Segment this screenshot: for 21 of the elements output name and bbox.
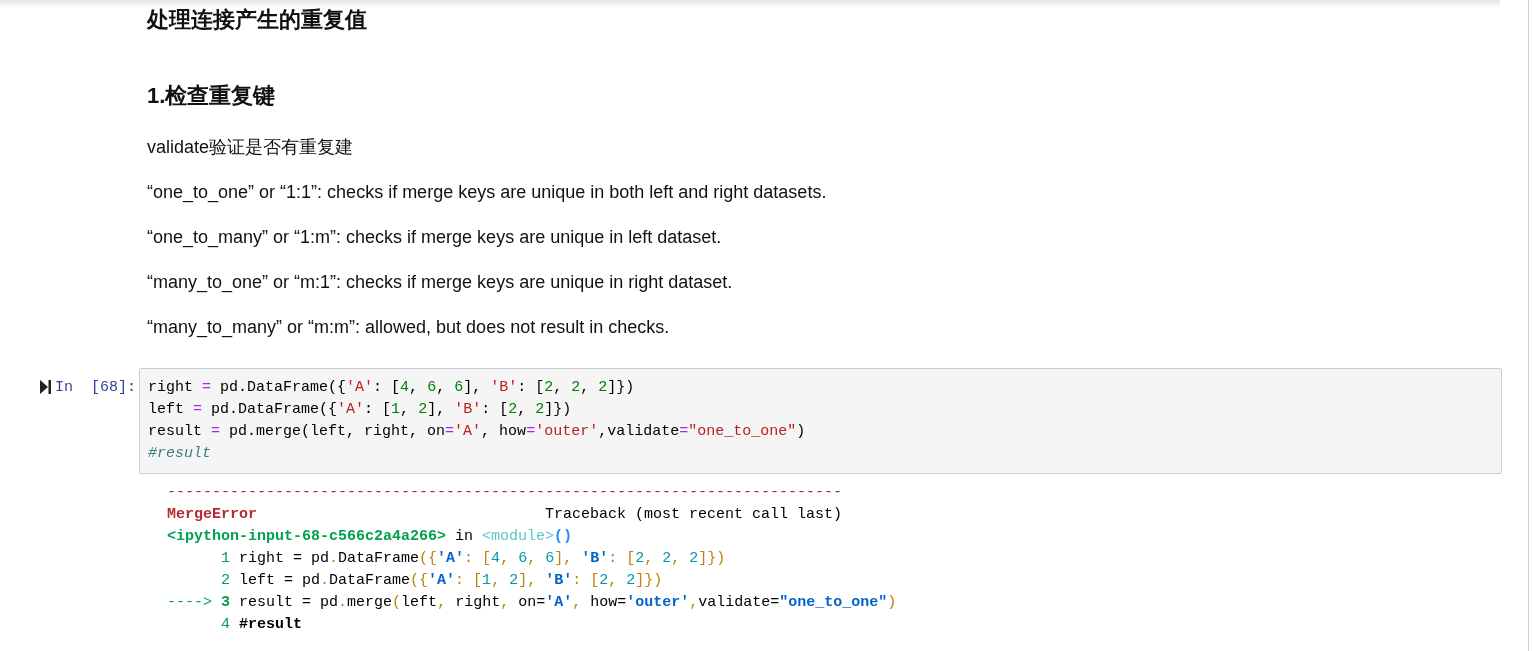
paragraph: “many_to_one” or “m:1”: checks if merge keys are unique in right dataset. [147,271,734,294]
paragraph: “one_to_many” or “1:m”: checks if merge keys are unique in left dataset. [147,226,723,249]
run-cell-icon[interactable] [40,380,51,394]
code-line: result = pd.merge(left, right, on='A', how='outer',validate="one_to_one") [148,422,807,442]
cell-prompt: In [68]: [55,378,136,398]
section-heading: 处理连接产生的重复值 [147,6,368,34]
paragraph: “one_to_one” or “1:1”: checks if merge keys are unique in both left and right datasets. [147,181,828,204]
code-line: #result [148,444,212,464]
paragraph: validate验证是否有重复建 [147,136,355,159]
code-line: left = pd.DataFrame({'A': [1, 2], 'B': [2, 2]}) [148,400,573,420]
traceback-line: 4 #result [220,615,304,635]
traceback-line: ----> 3 result = pd.merge(left, right, on='A', how='outer',validate="one_to_one") [167,593,898,613]
subsection-heading: 1.检查重复键 [147,82,277,110]
code-input[interactable]: right = pd.DataFrame({'A': [4, 6, 6], 'B': [2, 2, 2]}) left = pd.DataFrame({'A': [1, 2], 'B': [2, 2]}) result = pd.merge(left, right, on='A', how='outer',validate="one_to_one") #result [139,368,1502,474]
traceback-line: 2 left = pd.DataFrame({'A': [1, 2], 'B': [2, 2]}) [220,571,664,591]
traceback-line: 1 right = pd.DataFrame({'A': [4, 6, 6], 'B': [2, 2, 2]}) [220,549,727,569]
traceback-line: --------------------------------------------------------------------------- [167,483,844,503]
traceback-line: MergeError Traceback (most recent call last) [167,505,844,525]
paragraph: “many_to_many” or “m:m”: allowed, but does not result in checks. [147,316,671,339]
traceback-line: <ipython-input-68-c566c2a4a266> in <module>() [167,527,574,547]
code-line: right = pd.DataFrame({'A': [4, 6, 6], 'B': [2, 2, 2]}) [148,378,636,398]
